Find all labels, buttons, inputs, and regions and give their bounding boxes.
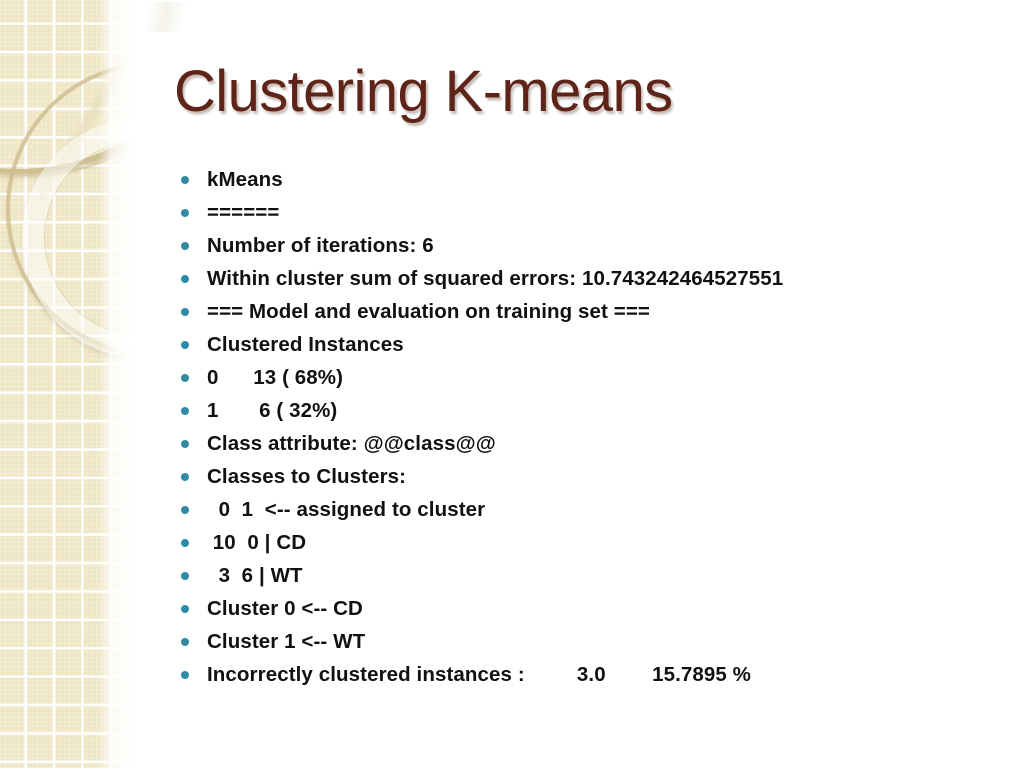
list-item: Clustered Instances	[176, 328, 1006, 361]
decorative-side-band	[0, 0, 132, 768]
list-item-text: Cluster 1 <-- WT	[207, 630, 366, 653]
list-item: === Model and evaluation on training set…	[176, 295, 1006, 328]
list-item: Within cluster sum of squared errors: 10…	[176, 262, 1006, 295]
list-item: Cluster 1 <-- WT	[176, 625, 1006, 658]
bullet-dot-icon	[181, 407, 189, 415]
bullet-dot-icon	[181, 275, 189, 283]
slide: Clustering K-means kMeans ====== Number …	[0, 0, 1024, 768]
bullet-list: kMeans ====== Number of iterations: 6 Wi…	[176, 163, 1006, 691]
list-item-text: Incorrectly clustered instances : 3.0 15…	[207, 663, 752, 686]
list-item: Number of iterations: 6	[176, 229, 1006, 262]
bullet-dot-icon	[181, 176, 189, 184]
list-item: 0 1 <-- assigned to cluster	[176, 493, 1006, 526]
list-item-text: Cluster 0 <-- CD	[207, 597, 363, 620]
list-item: 10 0 | CD	[176, 526, 1006, 559]
bullet-dot-icon	[181, 539, 189, 547]
list-item-text: 3 6 | WT	[207, 564, 303, 587]
list-item-text: 1 6 ( 32%)	[207, 399, 338, 422]
bullet-dot-icon	[181, 242, 189, 250]
bullet-dot-icon	[181, 341, 189, 349]
bullet-dot-icon	[181, 605, 189, 613]
bullet-dot-icon	[181, 638, 189, 646]
list-item: 1 6 ( 32%)	[176, 394, 1006, 427]
list-item-text: Class attribute: @@class@@	[207, 432, 496, 455]
bullet-dot-icon	[181, 374, 189, 382]
bullet-dot-icon	[181, 671, 189, 679]
list-item-text: Within cluster sum of squared errors: 10…	[207, 267, 784, 290]
list-item: Class attribute: @@class@@	[176, 427, 1006, 460]
list-item: Cluster 0 <-- CD	[176, 592, 1006, 625]
list-item: Classes to Clusters:	[176, 460, 1006, 493]
list-item: Incorrectly clustered instances : 3.0 15…	[176, 658, 1006, 691]
bullet-dot-icon	[181, 308, 189, 316]
list-item-text: ======	[207, 201, 280, 224]
list-item: 0 13 ( 68%)	[176, 361, 1006, 394]
list-item-text: === Model and evaluation on training set…	[207, 300, 650, 323]
list-item-text: Classes to Clusters:	[207, 465, 407, 488]
page-title: Clustering K-means	[174, 59, 673, 124]
list-item-text: 0 13 ( 68%)	[207, 366, 344, 389]
bullet-dot-icon	[181, 209, 189, 217]
bullet-dot-icon	[181, 440, 189, 448]
list-item-text: 10 0 | CD	[207, 531, 307, 554]
list-item: 3 6 | WT	[176, 559, 1006, 592]
band-edge-fade	[98, 0, 132, 768]
list-item-text: Clustered Instances	[207, 333, 404, 356]
list-item-text: Number of iterations: 6	[207, 234, 434, 257]
bullet-dot-icon	[181, 473, 189, 481]
bullet-dot-icon	[181, 506, 189, 514]
list-item: ======	[176, 196, 1006, 229]
bullet-dot-icon	[181, 572, 189, 580]
list-item-text: 0 1 <-- assigned to cluster	[207, 498, 486, 521]
top-edge-artifact	[134, 2, 196, 32]
list-item-text: kMeans	[207, 168, 283, 191]
list-item: kMeans	[176, 163, 1006, 196]
